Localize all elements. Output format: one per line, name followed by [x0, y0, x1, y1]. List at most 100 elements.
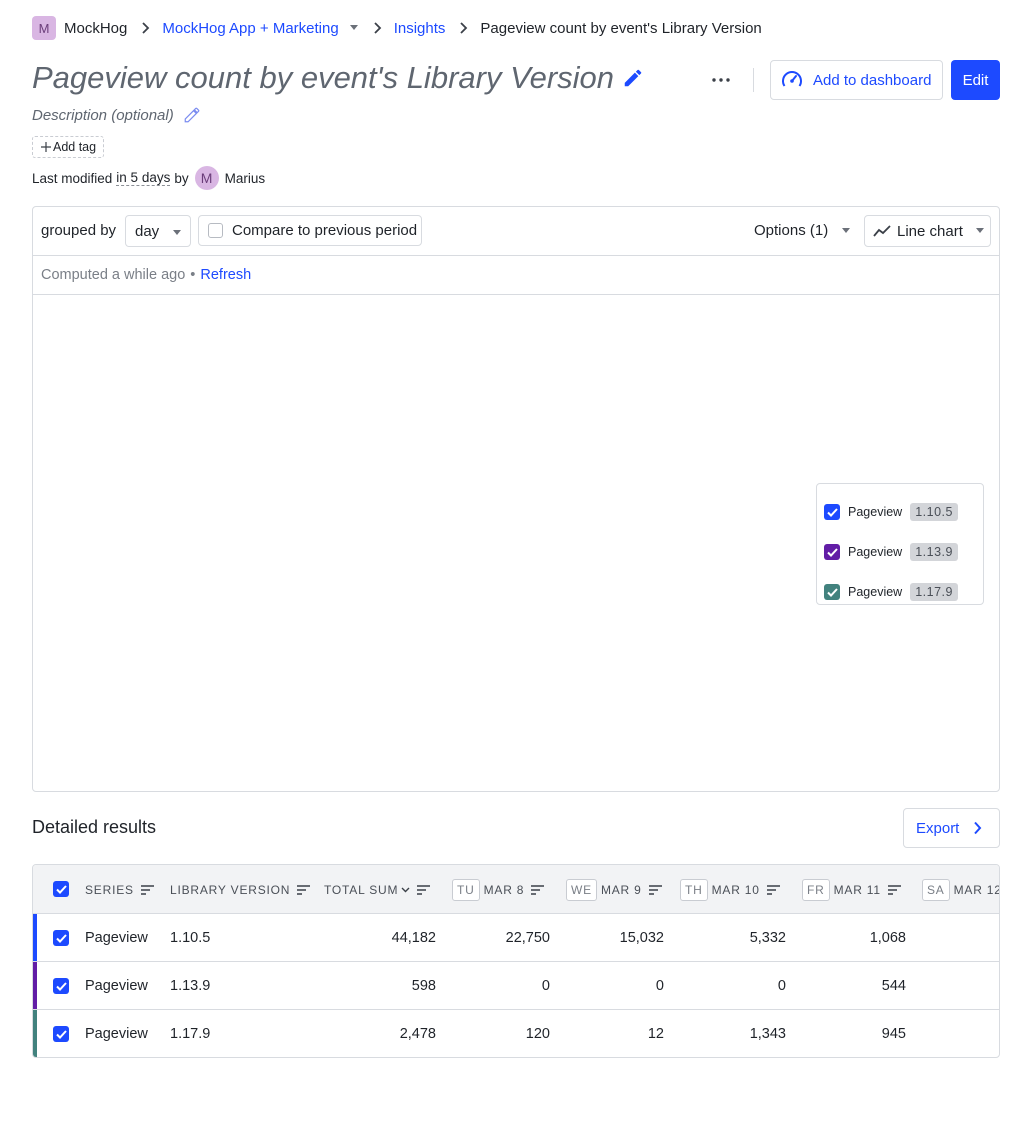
series-color-bar: [33, 1010, 37, 1057]
sort-icon[interactable]: [531, 884, 545, 895]
day-of-week: TU: [452, 878, 480, 901]
table-row[interactable]: Pageview 1.13.9 598 0 0 0 544: [33, 962, 999, 1010]
table-row[interactable]: Pageview 1.17.9 2,478 120 12 1,343 945: [33, 1010, 999, 1057]
interval-select[interactable]: day: [125, 215, 191, 247]
gauge-icon: [781, 70, 803, 90]
separator-dot: •: [190, 267, 196, 283]
column-label: MAR 12: [953, 882, 1000, 897]
column-day[interactable]: TU MAR 8: [452, 865, 545, 914]
add-to-dashboard-label: Add to dashboard: [813, 71, 932, 89]
column-total-sum[interactable]: TOTAL SUM: [324, 865, 431, 914]
modified-prefix: Last modified: [32, 170, 113, 186]
pencil-icon[interactable]: [183, 106, 201, 124]
chevron-down-icon: [401, 887, 410, 893]
insight-toolbar: grouped by day Compare to previous perio…: [33, 207, 999, 256]
cell-day: 1,343: [749, 1026, 786, 1042]
breadcrumb-project[interactable]: MockHog App + Marketing: [162, 20, 338, 37]
check-icon[interactable]: [824, 544, 840, 560]
more-options-icon[interactable]: [706, 68, 736, 92]
chart-area[interactable]: Pageview 1.10.5 Pageview 1.13.9 Pageview…: [33, 295, 999, 791]
chart-legend: Pageview 1.10.5 Pageview 1.13.9 Pageview…: [816, 483, 984, 605]
export-button[interactable]: Export: [903, 808, 1000, 848]
caret-down-icon: [172, 223, 182, 240]
edit-button[interactable]: Edit: [951, 60, 1000, 100]
results-table: SERIES LIBRARY VERSION TOTAL SUM TU MAR …: [32, 864, 1000, 1058]
check-icon[interactable]: [824, 584, 840, 600]
legend-item[interactable]: Pageview 1.13.9: [817, 532, 983, 572]
table-row[interactable]: Pageview 1.10.5 44,182 22,750 15,032 5,3…: [33, 914, 999, 962]
column-day[interactable]: TH MAR 10: [680, 865, 780, 914]
column-day[interactable]: SA MAR 12: [922, 865, 1000, 914]
add-tag-label: Add tag: [53, 140, 97, 154]
column-series[interactable]: SERIES: [85, 865, 154, 914]
computed-text: Computed a while ago: [41, 267, 186, 283]
description-field[interactable]: Description (optional): [32, 106, 201, 124]
cell-series: Pageview: [85, 930, 148, 946]
day-of-week: FR: [802, 878, 830, 901]
sort-icon[interactable]: [648, 884, 662, 895]
cell-day: 0: [655, 978, 664, 994]
compare-checkbox[interactable]: [208, 223, 223, 238]
sort-icon[interactable]: [140, 884, 154, 895]
column-label: MAR 11: [833, 882, 881, 897]
legend-item[interactable]: Pageview 1.10.5: [817, 492, 983, 532]
line-chart-icon: [873, 225, 891, 237]
series-color-bar: [33, 962, 37, 1009]
select-all-checkbox[interactable]: [53, 881, 69, 897]
cell-version: 1.10.5: [170, 930, 211, 946]
chevron-right-icon: [141, 22, 150, 34]
legend-item[interactable]: Pageview 1.17.9: [817, 572, 983, 612]
chevron-right-icon: [373, 22, 382, 34]
cell-series: Pageview: [85, 1026, 148, 1042]
column-day[interactable]: FR MAR 11: [802, 865, 901, 914]
breadcrumb: M MockHog MockHog App + Marketing Insigh…: [32, 16, 762, 40]
caret-down-icon: [841, 227, 851, 234]
compare-toggle[interactable]: Compare to previous period: [198, 215, 422, 246]
chart-type-label: Line chart: [897, 222, 963, 240]
column-label: MAR 10: [711, 882, 760, 897]
column-library-version[interactable]: LIBRARY VERSION: [170, 865, 311, 914]
cell-series: Pageview: [85, 978, 148, 994]
caret-down-icon: [975, 228, 985, 234]
legend-version: 1.10.5: [910, 503, 958, 521]
add-to-dashboard-button[interactable]: Add to dashboard: [770, 60, 943, 100]
caret-down-icon[interactable]: [349, 25, 359, 31]
row-checkbox[interactable]: [53, 978, 69, 994]
sort-icon[interactable]: [417, 884, 431, 895]
pencil-icon[interactable]: [622, 67, 644, 89]
cell-day: 945: [881, 1026, 906, 1042]
breadcrumb-insights[interactable]: Insights: [394, 20, 446, 37]
chevron-right-icon: [973, 821, 982, 835]
cell-day: 120: [525, 1026, 550, 1042]
cell-version: 1.17.9: [170, 1026, 211, 1042]
divider: [753, 68, 754, 92]
add-tag-button[interactable]: Add tag: [32, 136, 105, 158]
legend-label: Pageview: [848, 585, 903, 599]
avatar: M: [194, 166, 219, 190]
insight-title[interactable]: Pageview count by event's Library Versio…: [32, 60, 644, 96]
row-checkbox[interactable]: [53, 930, 69, 946]
cell-day: 15,032: [619, 930, 664, 946]
sort-icon[interactable]: [887, 884, 901, 895]
author-name: Marius: [224, 170, 266, 186]
row-checkbox[interactable]: [53, 1026, 69, 1042]
sort-icon[interactable]: [766, 884, 780, 895]
column-label: SERIES: [85, 882, 134, 897]
breadcrumb-org[interactable]: MockHog: [64, 20, 127, 37]
sort-icon[interactable]: [297, 884, 311, 895]
plus-icon: [41, 139, 51, 155]
cell-total: 44,182: [391, 930, 436, 946]
options-dropdown[interactable]: Options (1): [754, 222, 851, 239]
column-label: TOTAL SUM: [324, 882, 399, 897]
chart-type-select[interactable]: Line chart: [864, 215, 991, 247]
day-of-week: TH: [680, 878, 708, 901]
check-icon[interactable]: [824, 504, 840, 520]
org-avatar[interactable]: M: [32, 16, 56, 40]
column-label: MAR 8: [483, 882, 525, 897]
cell-day: 544: [881, 978, 906, 994]
refresh-link[interactable]: Refresh: [200, 267, 251, 283]
description-placeholder[interactable]: Description (optional): [32, 107, 174, 124]
column-day[interactable]: WE MAR 9: [566, 865, 662, 914]
cell-day: 0: [777, 978, 786, 994]
insight-title-text[interactable]: Pageview count by event's Library Versio…: [32, 60, 614, 96]
